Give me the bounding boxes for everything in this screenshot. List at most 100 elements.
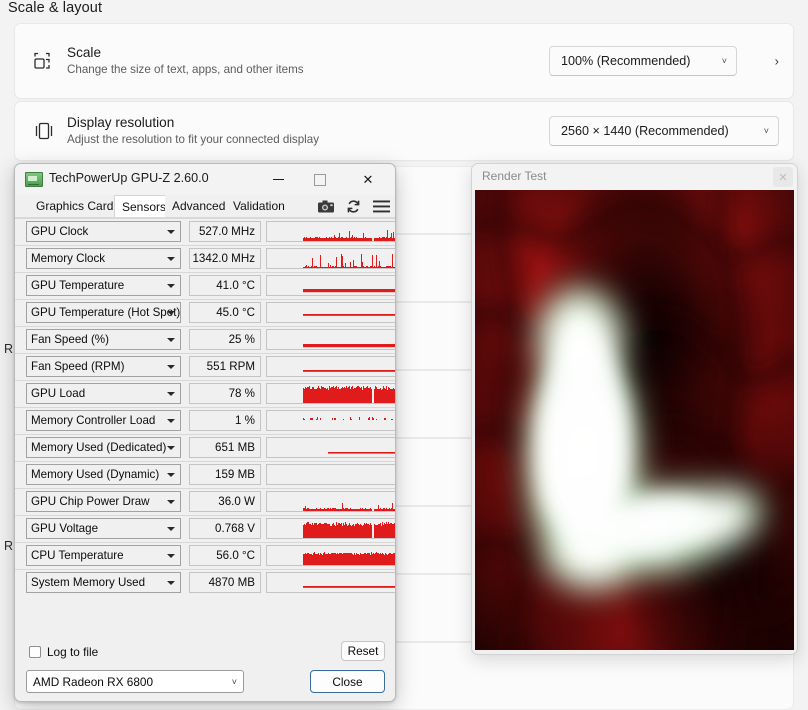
scale-dropdown[interactable]: 100% (Recommended) ˅	[549, 46, 737, 76]
sensor-graph[interactable]	[266, 491, 395, 512]
row-divider	[15, 299, 395, 300]
sensor-select[interactable]: GPU Load	[26, 383, 181, 404]
gpuz-tab-strip: Graphics Card Sensors Advanced Validatio…	[15, 195, 395, 218]
sensor-select[interactable]: Memory Clock	[26, 248, 181, 269]
hamburger-menu-icon[interactable]	[373, 198, 390, 214]
render-test-window[interactable]: Render Test ✕	[471, 163, 798, 655]
tab-advanced[interactable]: Advanced	[165, 195, 233, 217]
scale-card: Scale Change the size of text, apps, and…	[14, 23, 794, 99]
sensor-select[interactable]: Fan Speed (RPM)	[26, 356, 181, 377]
sensor-graph[interactable]	[266, 410, 395, 431]
sensor-name: GPU Chip Power Draw	[31, 495, 150, 508]
chevron-down-icon	[167, 364, 175, 369]
sensor-select[interactable]: Memory Used (Dynamic)	[26, 464, 181, 485]
sensor-select[interactable]: GPU Temperature	[26, 275, 181, 296]
chevron-down-icon	[167, 337, 175, 342]
sensor-value: 527.0 MHz	[189, 221, 261, 242]
sensor-name: Memory Controller Load	[31, 414, 156, 427]
gpu-device-select[interactable]: AMD Radeon RX 6800 ˅	[26, 670, 244, 693]
sensor-name: GPU Temperature (Hot Spot)	[31, 306, 181, 319]
gpu-device-value: AMD Radeon RX 6800	[33, 674, 154, 689]
sensor-select[interactable]: GPU Clock	[26, 221, 181, 242]
sensor-graph[interactable]	[266, 356, 395, 377]
maximize-button[interactable]	[299, 164, 341, 195]
sensor-select[interactable]: GPU Temperature (Hot Spot)	[26, 302, 181, 323]
sensor-select[interactable]: Memory Used (Dedicated)	[26, 437, 181, 458]
sensor-select[interactable]: Memory Controller Load	[26, 410, 181, 431]
chevron-down-icon	[167, 445, 175, 450]
chevron-down-icon	[167, 553, 175, 558]
close-icon[interactable]: ✕	[773, 167, 793, 187]
sensor-graph[interactable]	[266, 383, 395, 404]
sensor-select[interactable]: GPU Chip Power Draw	[26, 491, 181, 512]
sensor-name: GPU Voltage	[31, 522, 99, 535]
gpuz-window[interactable]: TechPowerUp GPU-Z 2.60.0 ✕ Graphics Card…	[14, 163, 396, 702]
scale-expand-button[interactable]: ›	[775, 54, 779, 69]
sensor-value: 0.768 V	[189, 518, 261, 539]
render-test-title-bar[interactable]: Render Test ✕	[472, 164, 797, 190]
scale-card-text: Scale Change the size of text, apps, and…	[67, 44, 304, 78]
sensor-value: 25 %	[189, 329, 261, 350]
chevron-down-icon	[167, 526, 175, 531]
chevron-down-icon: ˅	[763, 126, 769, 136]
sensor-select[interactable]: CPU Temperature	[26, 545, 181, 566]
sensor-graph[interactable]	[266, 221, 395, 242]
gpuz-footer: Log to file Reset AMD Radeon RX 6800 ˅ C…	[15, 635, 395, 701]
sensor-graph[interactable]	[266, 572, 395, 593]
chevron-down-icon	[167, 310, 175, 315]
row-divider	[15, 272, 395, 273]
sensor-graph[interactable]	[266, 248, 395, 269]
sensor-row: Memory Controller Load 1 %	[15, 407, 395, 434]
sensor-select[interactable]: System Memory Used	[26, 572, 181, 593]
tab-graphics-card[interactable]: Graphics Card	[29, 195, 121, 217]
log-to-file-checkbox[interactable]: Log to file	[29, 645, 98, 659]
chevron-down-icon	[167, 418, 175, 423]
display-resolution-card-text: Display resolution Adjust the resolution…	[67, 114, 319, 148]
close-button[interactable]: Close	[310, 670, 385, 693]
display-resolution-dropdown[interactable]: 2560 × 1440 (Recommended) ˅	[549, 116, 779, 146]
scale-icon	[31, 48, 57, 74]
close-icon[interactable]: ✕	[347, 164, 389, 195]
sensor-graph[interactable]	[266, 437, 395, 458]
reset-button[interactable]: Reset	[341, 641, 385, 661]
sensor-value: 159 MB	[189, 464, 261, 485]
sensor-value: 551 RPM	[189, 356, 261, 377]
sensor-graph[interactable]	[266, 302, 395, 323]
sensor-select[interactable]: Fan Speed (%)	[26, 329, 181, 350]
graphics-card-icon	[25, 172, 43, 187]
refresh-icon[interactable]	[346, 198, 361, 214]
gpuz-title-bar[interactable]: TechPowerUp GPU-Z 2.60.0 ✕	[15, 164, 395, 196]
sensor-value: 41.0 °C	[189, 275, 261, 296]
sensor-graph[interactable]	[266, 275, 395, 296]
display-resolution-subtitle: Adjust the resolution to fit your connec…	[67, 133, 319, 146]
sensor-value: 651 MB	[189, 437, 261, 458]
sensor-name: Fan Speed (%)	[31, 333, 109, 346]
render-test-canvas	[475, 190, 794, 650]
row-divider	[15, 542, 395, 543]
sensor-name: GPU Load	[31, 387, 86, 400]
sensor-row: Memory Used (Dedicated) 651 MB	[15, 434, 395, 461]
sensor-value: 56.0 °C	[189, 545, 261, 566]
row-divider	[15, 461, 395, 462]
display-resolution-icon	[31, 118, 57, 144]
sensor-graph[interactable]	[266, 329, 395, 350]
chevron-down-icon	[167, 580, 175, 585]
sensor-name: System Memory Used	[31, 576, 146, 589]
chevron-down-icon	[167, 283, 175, 288]
sensor-value: 78 %	[189, 383, 261, 404]
sensor-select[interactable]: GPU Voltage	[26, 518, 181, 539]
camera-icon[interactable]	[318, 198, 334, 214]
sensor-value: 36.0 W	[189, 491, 261, 512]
sensor-graph[interactable]	[266, 464, 395, 485]
sensor-graph[interactable]	[266, 545, 395, 566]
chevron-down-icon	[167, 256, 175, 261]
tab-validation[interactable]: Validation	[226, 195, 292, 217]
sensor-row: GPU Temperature 41.0 °C	[15, 272, 395, 299]
sensor-row: Fan Speed (RPM) 551 RPM	[15, 353, 395, 380]
row-divider	[15, 218, 395, 219]
row-divider	[15, 434, 395, 435]
minimize-button[interactable]	[257, 164, 299, 195]
row-divider	[15, 326, 395, 327]
sensor-graph[interactable]	[266, 518, 395, 539]
sensor-row: GPU Clock 527.0 MHz	[15, 218, 395, 245]
